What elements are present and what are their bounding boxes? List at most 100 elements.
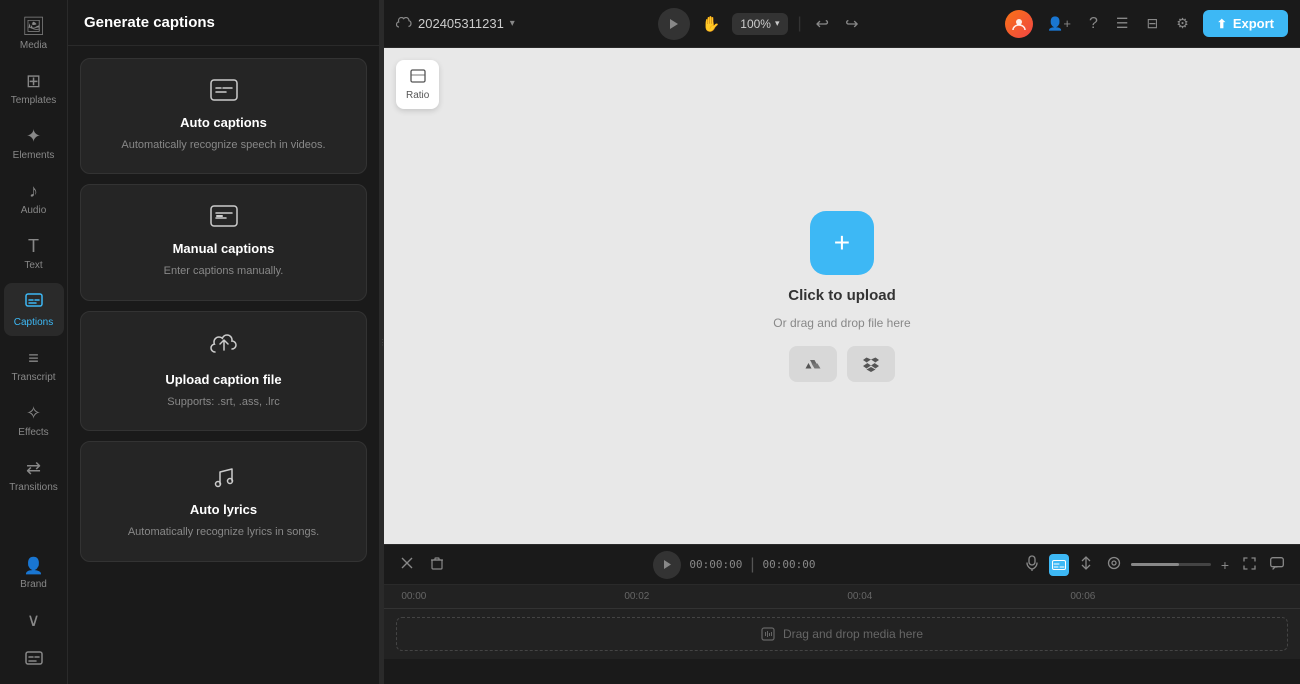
vol-plus-icon[interactable]: + [1217,553,1233,577]
captions-icon [25,291,43,314]
help-button[interactable]: ? [1085,11,1102,37]
sidebar-item-more[interactable]: ∨ [4,602,64,639]
ruler-marks: 00:00 00:02 00:04 00:06 [396,585,1288,608]
redo-button[interactable]: ↪ [841,10,862,38]
timeline-area: 00:00 00:02 00:04 00:06 Drag and drop me… [384,584,1300,684]
upload-caption-desc: Supports: .srt, .ass, .lrc [167,395,279,410]
auto-lyrics-icon [210,462,238,494]
drag-drop-label: Drag and drop media here [783,627,923,641]
auto-captions-icon [210,79,238,107]
split-icon[interactable] [1075,552,1097,577]
manual-captions-desc: Enter captions manually. [164,264,284,279]
upload-title: Click to upload [788,287,896,304]
auto-lyrics-desc: Automatically recognize lyrics in songs. [128,525,319,540]
left-sidebar: 🖼 Media ⊞ Templates ✦ Elements ♪ Audio T… [0,0,68,684]
sidebar-item-captions[interactable]: Captions [4,283,64,336]
templates-icon: ⊞ [26,71,41,92]
sidebar-item-transcript[interactable]: ≡ Transcript [4,340,64,391]
card-auto-lyrics[interactable]: Auto lyrics Automatically recognize lyri… [80,441,367,561]
sidebar-item-media[interactable]: 🖼 Media [4,8,64,59]
transport-play-button[interactable] [653,551,681,579]
volume-slider[interactable] [1131,563,1211,566]
google-drive-button[interactable] [789,346,837,382]
transitions-icon: ⇄ [26,458,41,479]
sidebar-item-audio[interactable]: ♪ Audio [4,173,64,224]
cloud-icon [396,16,412,32]
project-name[interactable]: 202405311231 ▾ [396,16,515,32]
ratio-icon [410,68,426,87]
zoom-dropdown-icon: ▾ [775,18,780,29]
card-auto-captions[interactable]: Auto captions Automatically recognize sp… [80,58,367,174]
loop-icon[interactable] [1103,552,1125,577]
ruler-mark-2: 00:04 [847,591,872,602]
export-icon: ⬆ [1217,17,1227,31]
drag-drop-area[interactable]: Drag and drop media here [396,617,1288,651]
sidebar-item-effects[interactable]: ✧ Effects [4,395,64,446]
caption-track-icon[interactable] [1049,554,1069,576]
comment-icon[interactable] [1266,553,1288,577]
play-button[interactable] [658,8,690,40]
sidebar-item-elements[interactable]: ✦ Elements [4,118,64,169]
hand-tool-button[interactable]: ✋ [698,11,725,37]
sidebar-item-templates[interactable]: ⊞ Templates [4,63,64,114]
panel-cards: Auto captions Automatically recognize sp… [68,46,379,684]
export-label: Export [1233,16,1274,31]
dropbox-button[interactable] [847,346,895,382]
card-upload-caption[interactable]: Upload caption file Supports: .srt, .ass… [80,311,367,431]
effects-icon: ✧ [26,403,41,424]
fullscreen-icon[interactable] [1239,553,1260,577]
ruler-mark-1: 00:02 [624,591,649,602]
panel-title: Generate captions [68,0,379,46]
undo-button[interactable]: ↩ [812,10,833,38]
upload-services [789,346,895,382]
manual-captions-title: Manual captions [173,241,275,256]
add-user-button[interactable]: 👤+ [1043,12,1075,36]
sidebar-item-text[interactable]: T Text [4,228,64,279]
ruler-mark-0: 00:00 [401,591,426,602]
auto-lyrics-title: Auto lyrics [190,502,257,517]
microphone-icon[interactable] [1021,551,1043,578]
zoom-control[interactable]: 100% ▾ [732,13,787,35]
upload-area: + Click to upload Or drag and drop file … [773,211,910,382]
auto-captions-desc: Automatically recognize speech in videos… [121,138,325,153]
panel-sidebar: Generate captions Auto captions Automati… [68,0,380,684]
timeline-ruler: 00:00 00:02 00:04 00:06 [384,585,1300,609]
time-total: 00:00:00 [762,558,815,571]
ratio-label: Ratio [406,90,429,101]
volume-fill [1131,563,1179,566]
upload-plus-button[interactable]: + [810,211,874,275]
cut-icon[interactable] [396,552,418,577]
bottom-right-icons: + [1021,551,1288,578]
bottom-controls: 00:00:00 | 00:00:00 + [384,544,1300,584]
upload-caption-icon [210,332,238,364]
time-current: 00:00:00 [689,558,742,571]
media-icon: 🖼 [22,16,45,37]
timeline-track: Drag and drop media here [384,609,1300,659]
export-button[interactable]: ⬆ Export [1203,10,1288,37]
delete-icon[interactable] [426,552,448,577]
top-bar: 202405311231 ▾ ✋ 100% ▾ | ↩ ↪ 👤+ ? ☰ [384,0,1300,48]
zoom-label: 100% [740,17,771,31]
elements-icon: ✦ [26,126,41,147]
layout-button[interactable]: ⊟ [1142,11,1162,36]
sidebar-item-brand[interactable]: 👤 Brand [4,548,64,598]
main-area: 202405311231 ▾ ✋ 100% ▾ | ↩ ↪ 👤+ ? ☰ [384,0,1300,684]
auto-captions-title: Auto captions [180,115,267,130]
canvas-area: Ratio + Click to upload Or drag and drop… [384,48,1300,544]
sidebar-item-transitions[interactable]: ⇄ Transitions [4,450,64,501]
ruler-mark-3: 00:06 [1070,591,1095,602]
hamburger-button[interactable]: ☰ [1112,11,1133,36]
audio-icon: ♪ [29,181,38,202]
card-manual-captions[interactable]: Manual captions Enter captions manually. [80,184,367,300]
settings-button[interactable]: ⚙ [1172,11,1193,36]
ratio-button[interactable]: Ratio [396,60,439,109]
sidebar-item-captions-bottom[interactable] [4,643,64,676]
upload-subtitle: Or drag and drop file here [773,316,910,330]
manual-captions-icon [210,205,238,233]
top-bar-controls: ✋ 100% ▾ | ↩ ↪ [658,8,863,40]
avatar [1005,10,1033,38]
dropdown-arrow-icon: ▾ [510,18,515,29]
brand-icon: 👤 [24,556,44,576]
transcript-icon: ≡ [28,348,39,369]
project-name-label: 202405311231 [418,16,504,31]
